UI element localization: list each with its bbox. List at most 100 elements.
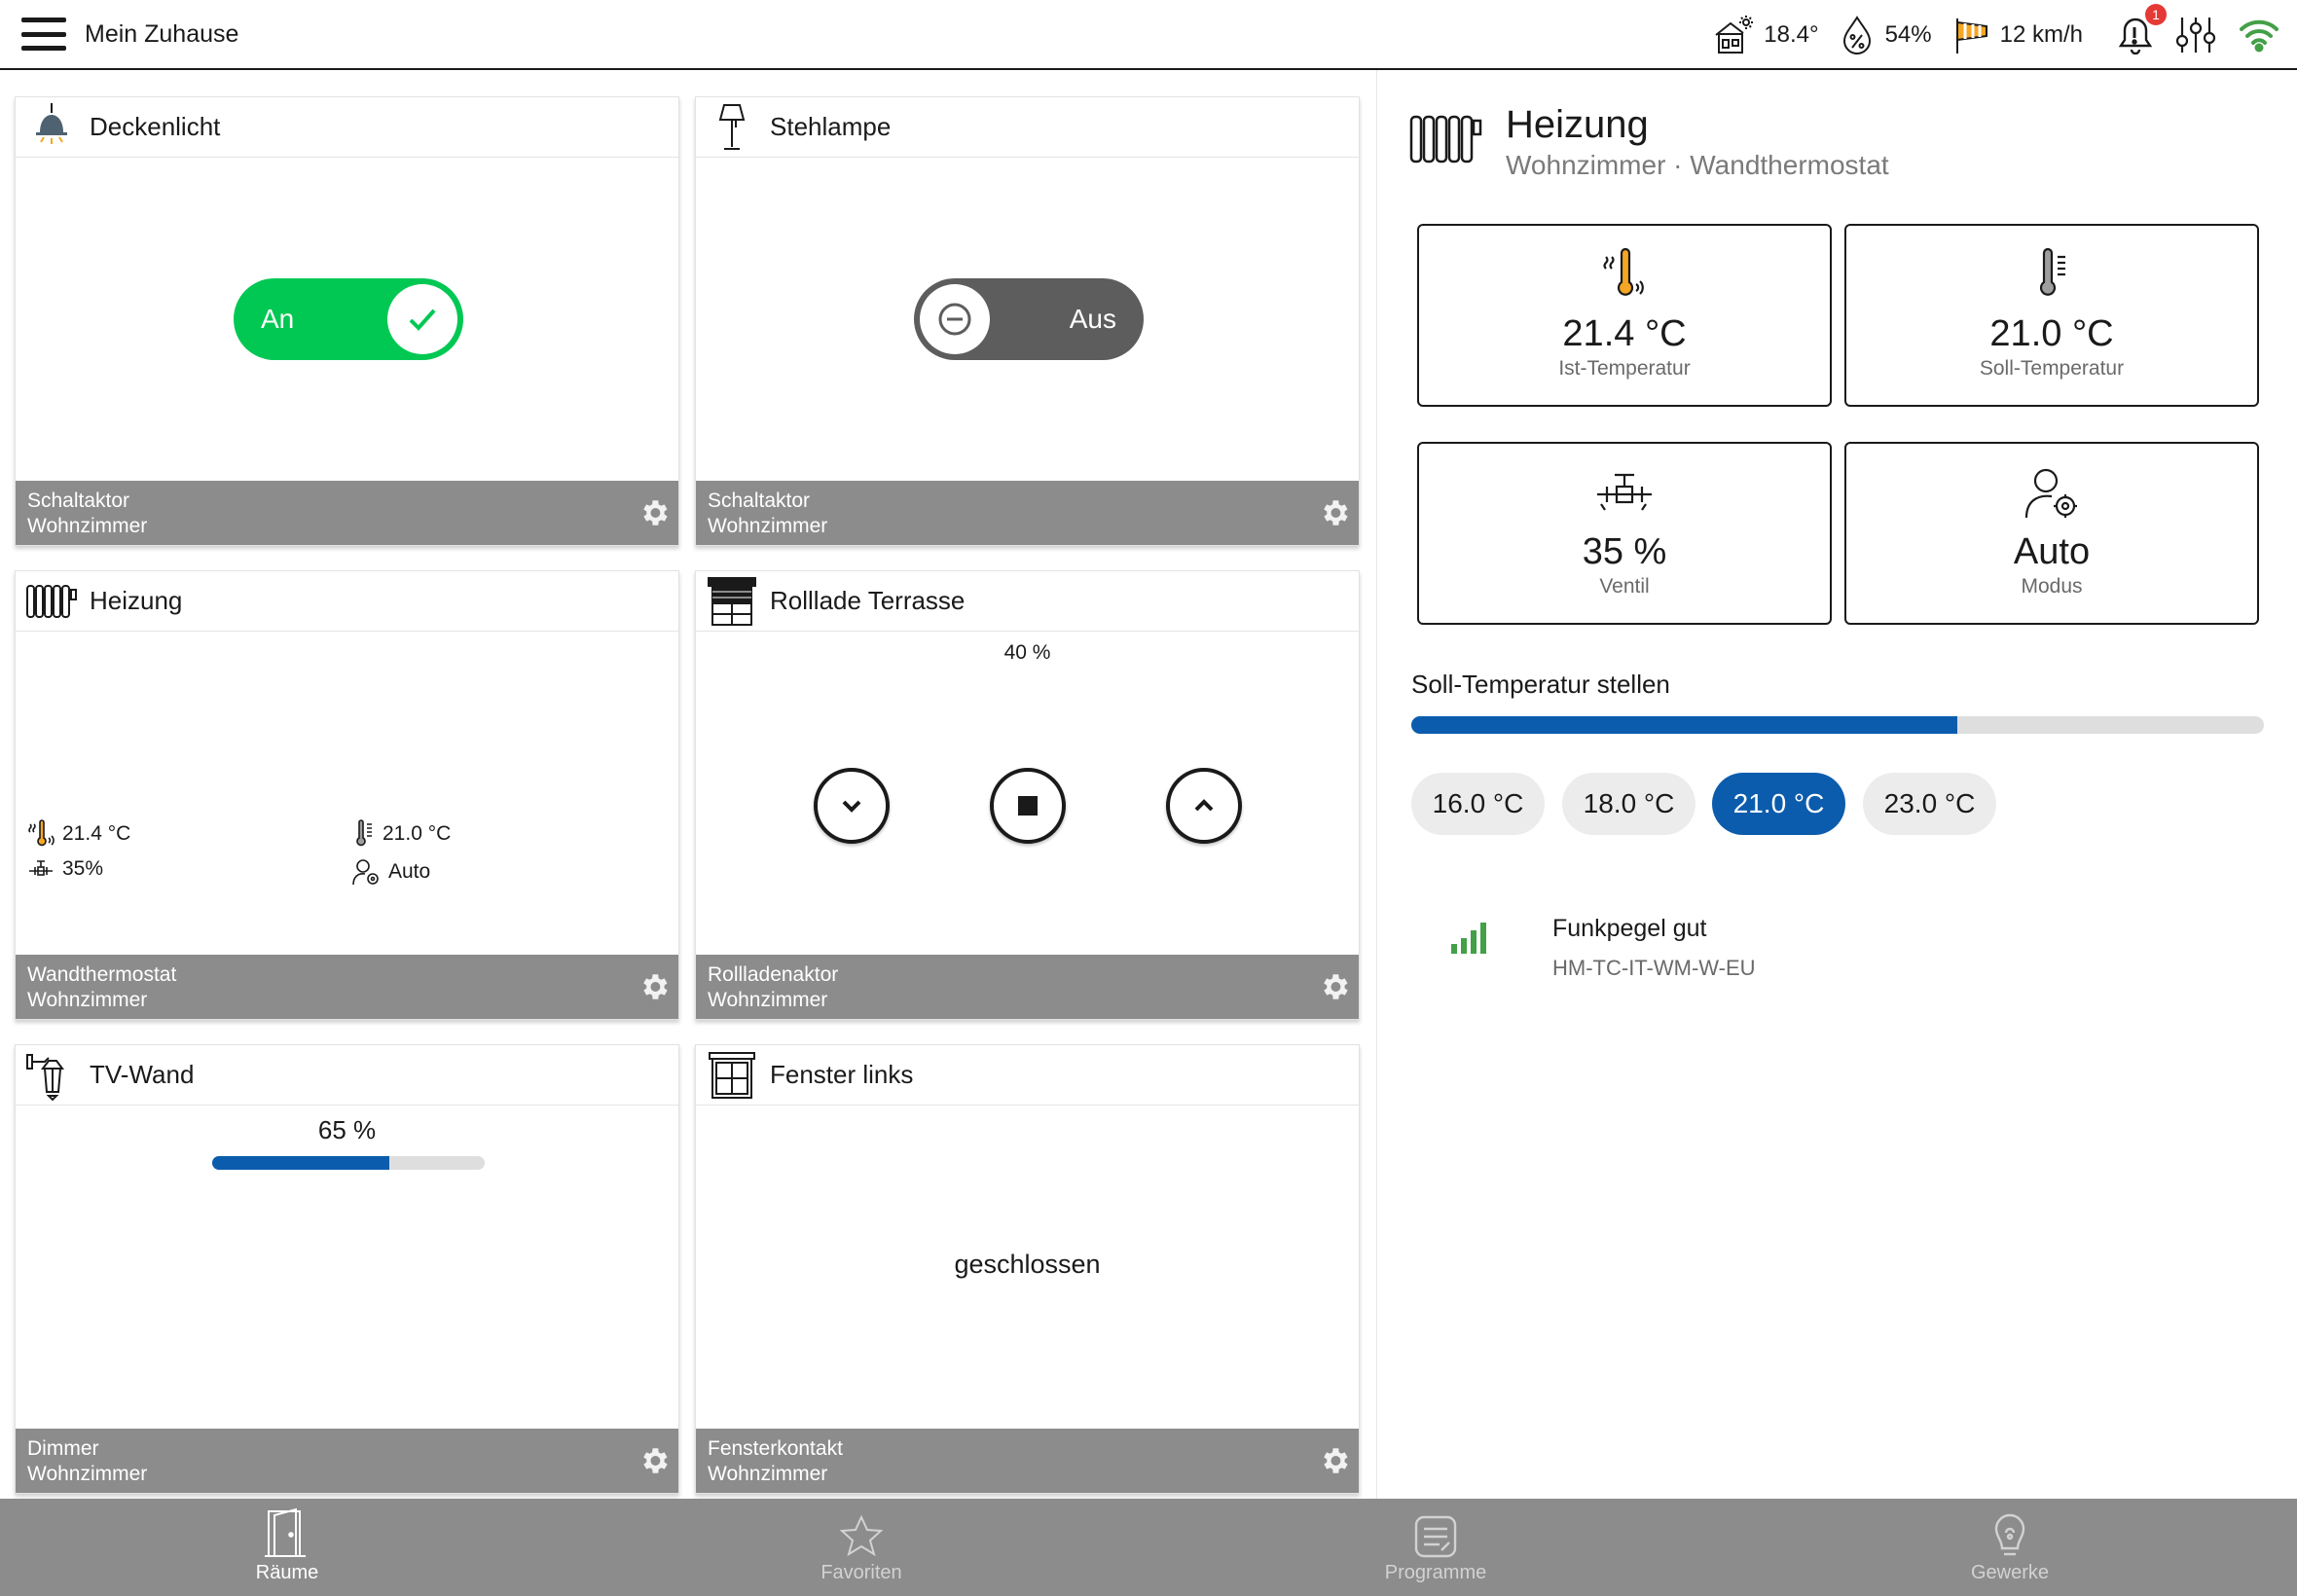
- setpoint-slider[interactable]: [1411, 716, 2264, 734]
- nav-label: Favoriten: [820, 1562, 902, 1583]
- preset-chip[interactable]: 16.0 °C: [1411, 773, 1545, 835]
- radiator-icon: [1408, 111, 1482, 172]
- card-value: 21.4 °C: [1562, 313, 1687, 354]
- tile-header: Rolllade Terrasse: [696, 571, 1359, 632]
- valve-icon: [1419, 465, 1830, 514]
- device-type: Schaltaktor: [708, 490, 811, 512]
- star-icon: [839, 1514, 884, 1557]
- shutter-position: 40 %: [1003, 641, 1051, 664]
- tile-fenster: Fenster links geschlossen Fensterkontakt…: [695, 1044, 1360, 1494]
- nav-label: Programme: [1384, 1562, 1487, 1583]
- tile-footer: Dimmer Wohnzimmer: [16, 1429, 678, 1493]
- switch-label: An: [261, 304, 295, 334]
- switch-label: Aus: [1069, 304, 1116, 334]
- thermometer-heat-icon: [1419, 247, 1830, 306]
- gear-icon[interactable]: [638, 970, 671, 1003]
- card-value: Auto: [2013, 531, 2091, 572]
- device-type: Schaltaktor: [27, 490, 130, 512]
- switch-knob: [387, 284, 457, 354]
- card-label: Soll-Temperatur: [1979, 357, 2125, 380]
- window-icon: [706, 1049, 758, 1102]
- notifications-button[interactable]: 1: [2118, 4, 2167, 54]
- dimmer-level-bar[interactable]: [212, 1156, 485, 1170]
- card-soll-temperatur[interactable]: 21.0 °C Soll-Temperatur: [1844, 224, 2259, 407]
- ceiling-lamp-icon: [25, 101, 78, 154]
- wall-lamp-icon: [25, 1049, 78, 1102]
- deckenlicht-switch[interactable]: An: [234, 278, 463, 360]
- wind: 12 km/h: [1951, 15, 2083, 55]
- card-value: 21.0 °C: [1989, 313, 2114, 354]
- thermometer-scale-icon: [356, 819, 372, 847]
- thermometer-heat-icon: [28, 819, 55, 847]
- outdoor-temperature: 18.4°: [1711, 14, 1819, 56]
- nav-programme[interactable]: Programme: [1148, 1499, 1723, 1596]
- gear-icon[interactable]: [1318, 496, 1351, 529]
- tile-header: TV-Wand: [16, 1045, 678, 1106]
- shutter-up-button[interactable]: [1166, 768, 1242, 844]
- preset-chip-active[interactable]: 21.0 °C: [1712, 773, 1845, 835]
- app-title: Mein Zuhause: [85, 19, 239, 48]
- card-label: Ventil: [1599, 575, 1650, 598]
- settings-sliders-button[interactable]: [2174, 15, 2217, 55]
- room-name: Wohnzimmer: [27, 1463, 148, 1485]
- card-label: Ist-Temperatur: [1558, 357, 1691, 380]
- humidity: 54%: [1839, 15, 1932, 55]
- chevron-down-icon: [842, 800, 861, 813]
- top-bar: Mein Zuhause 18.4° 54% 12 km/h 1: [0, 0, 2297, 70]
- device-type: Dimmer: [27, 1437, 99, 1460]
- room-name: Wohnzimmer: [708, 515, 828, 537]
- tile-heizung[interactable]: Heizung 21.4 °C 35% 21.0 °C Auto Wandthe…: [15, 570, 679, 1020]
- preset-chip[interactable]: 23.0 °C: [1863, 773, 1996, 835]
- valve-icon: [29, 860, 53, 876]
- detail-title: Heizung: [1506, 103, 1649, 146]
- gear-icon[interactable]: [638, 1444, 671, 1477]
- preset-chip[interactable]: 18.0 °C: [1562, 773, 1695, 835]
- switch-knob: [920, 284, 990, 354]
- nav-label: Gewerke: [1970, 1562, 2050, 1583]
- device-type: Fensterkontakt: [708, 1437, 843, 1460]
- menu-icon[interactable]: [21, 18, 66, 51]
- nav-favoriten[interactable]: Favoriten: [574, 1499, 1148, 1596]
- stop-icon: [1018, 796, 1038, 816]
- gear-icon[interactable]: [1318, 970, 1351, 1003]
- heizung-ventil: 35%: [27, 857, 103, 881]
- nav-raeume[interactable]: Räume: [0, 1499, 574, 1596]
- tile-footer: Rollladenaktor Wohnzimmer: [696, 955, 1359, 1019]
- tile-footer: Schaltaktor Wohnzimmer: [696, 481, 1359, 545]
- wind-value: 12 km/h: [1999, 21, 2083, 48]
- check-icon: [409, 308, 436, 331]
- gear-icon[interactable]: [638, 496, 671, 529]
- chevron-up-icon: [1194, 799, 1214, 812]
- wifi-button[interactable]: [2239, 18, 2279, 53]
- tile-title: Rolllade Terrasse: [770, 586, 966, 615]
- detail-panel: Heizung Wohnzimmer · Wandthermostat 21.4…: [1376, 70, 2297, 1499]
- trades-icon: [1994, 1513, 2025, 1556]
- card-modus[interactable]: Auto Modus: [1844, 442, 2259, 625]
- room-name: Wohnzimmer: [708, 1463, 828, 1485]
- nav-gewerke[interactable]: Gewerke: [1723, 1499, 2297, 1596]
- tile-title: Stehlampe: [770, 112, 892, 141]
- card-value: 35 %: [1582, 531, 1667, 572]
- stehlampe-switch[interactable]: Aus: [914, 278, 1144, 360]
- setpoint-slider-fill: [1411, 716, 1957, 734]
- signal-title: Funkpegel gut: [1552, 915, 1707, 942]
- humidity-icon: [1842, 16, 1871, 54]
- shutter-down-button[interactable]: [814, 768, 890, 844]
- radiator-icon: [25, 575, 78, 628]
- gear-icon[interactable]: [1318, 1444, 1351, 1477]
- dimmer-level-fill: [212, 1156, 389, 1170]
- tile-title: Deckenlicht: [90, 112, 221, 141]
- tile-footer: Fensterkontakt Wohnzimmer: [696, 1429, 1359, 1493]
- outdoor-temperature-value: 18.4°: [1764, 21, 1819, 48]
- humidity-value: 54%: [1884, 21, 1932, 48]
- tile-header: Heizung: [16, 571, 678, 632]
- shutter-icon: [706, 575, 758, 628]
- tile-title: Heizung: [90, 586, 183, 615]
- shutter-stop-button[interactable]: [990, 768, 1066, 844]
- thermometer-scale-icon: [1846, 247, 2257, 306]
- status-area: 18.4° 54% 12 km/h 1: [1692, 0, 2279, 70]
- room-name: Wohnzimmer: [27, 515, 148, 537]
- tile-header: Deckenlicht: [16, 97, 678, 158]
- card-ist-temperatur: 21.4 °C Ist-Temperatur: [1417, 224, 1832, 407]
- notification-badge: 1: [2145, 4, 2167, 25]
